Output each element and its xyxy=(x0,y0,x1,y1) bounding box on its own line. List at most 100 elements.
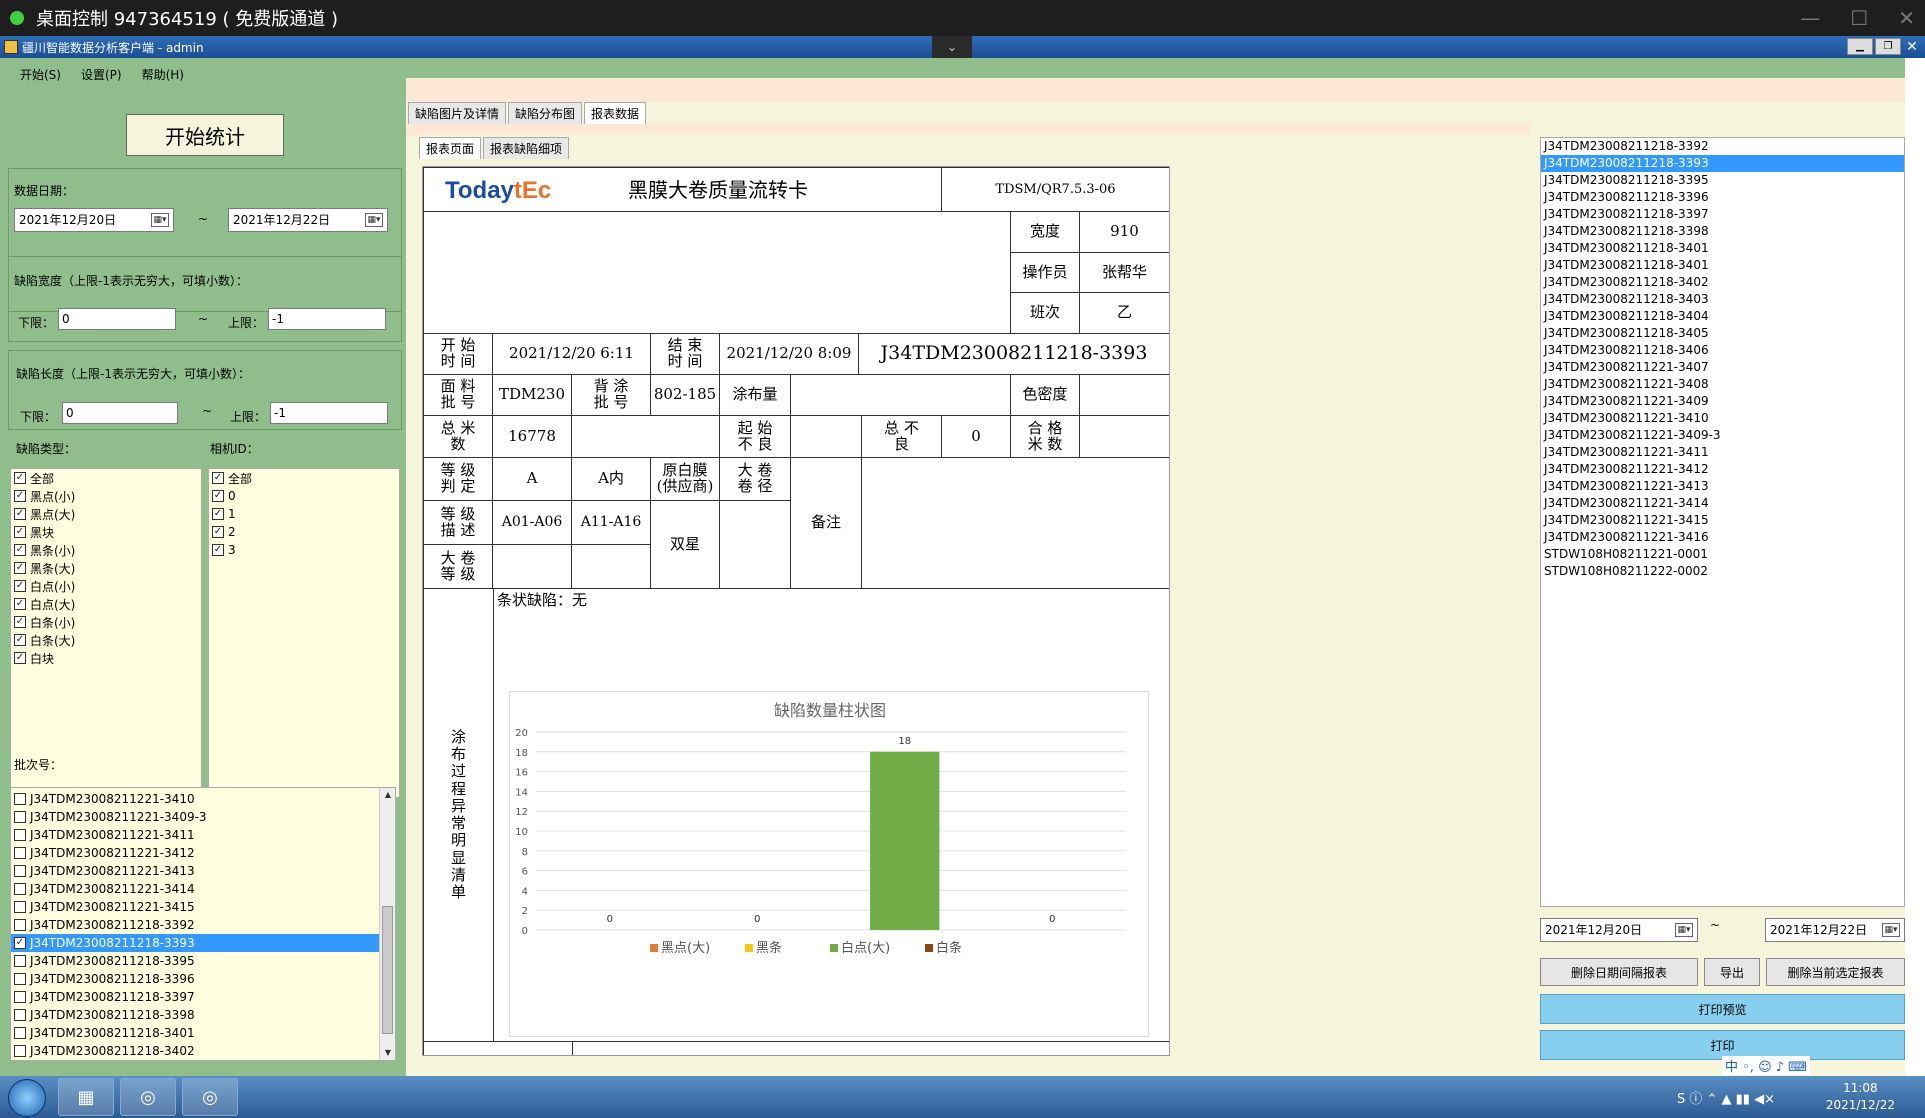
export-button[interactable]: 导出 xyxy=(1704,958,1760,986)
checkbox-empty-icon[interactable] xyxy=(14,901,26,913)
report-list-item[interactable]: J34TDM23008211221-3411 xyxy=(1541,444,1904,461)
camera-id-item[interactable]: ✓ 2 xyxy=(209,523,399,541)
camera-id-item[interactable]: ✓ 3 xyxy=(209,541,399,559)
batch-scrollbar[interactable]: ▲ ▼ xyxy=(379,788,395,1060)
report-list-item[interactable]: J34TDM23008211221-3412 xyxy=(1541,461,1904,478)
batch-list-item[interactable]: J34TDM23008211218-3402 xyxy=(11,1042,379,1060)
taskbar-app-icon[interactable]: ◎ xyxy=(120,1078,176,1116)
width-upper-input[interactable]: -1 xyxy=(268,308,386,330)
checkbox-checked-icon[interactable]: ✓ xyxy=(212,472,224,484)
calendar-icon[interactable]: ▦▾ xyxy=(1675,923,1693,937)
checkbox-checked-icon[interactable]: ✓ xyxy=(212,544,224,556)
checkbox-empty-icon[interactable] xyxy=(14,955,26,967)
defect-type-item[interactable]: ✓ 全部 xyxy=(11,469,201,487)
calendar-icon[interactable]: ▦▾ xyxy=(151,213,169,227)
batch-list-item[interactable]: ✓ J34TDM23008211218-3393 xyxy=(11,934,379,952)
tab-report-data[interactable]: 报表数据 xyxy=(584,102,647,124)
checkbox-checked-icon[interactable]: ✓ xyxy=(14,472,26,484)
checkbox-checked-icon[interactable]: ✓ xyxy=(212,508,224,520)
checkbox-empty-icon[interactable] xyxy=(14,919,26,931)
date-from-picker[interactable]: 2021年12月20日 ▦▾ xyxy=(14,208,174,232)
report-list-item[interactable]: J34TDM23008211218-3396 xyxy=(1541,189,1904,206)
defect-type-item[interactable]: ✓ 黑块 xyxy=(11,523,201,541)
checkbox-empty-icon[interactable] xyxy=(14,847,26,859)
report-list-item[interactable]: J34TDM23008211221-3416 xyxy=(1541,529,1904,546)
right-date-to-picker[interactable]: 2021年12月22日 ▦▾ xyxy=(1765,918,1905,942)
checkbox-empty-icon[interactable] xyxy=(14,1027,26,1039)
taskbar-app-icon-2[interactable]: ◎ xyxy=(182,1078,238,1116)
app-restore-button[interactable]: ❐ xyxy=(1875,38,1901,55)
dropdown-chevron-icon[interactable]: ⌄ xyxy=(932,36,972,58)
checkbox-empty-icon[interactable] xyxy=(14,829,26,841)
checkbox-checked-icon[interactable]: ✓ xyxy=(14,652,26,664)
report-list-item[interactable]: J34TDM23008211218-3404 xyxy=(1541,308,1904,325)
report-list-item[interactable]: J34TDM23008211218-3393 xyxy=(1541,155,1904,172)
batch-list-item[interactable]: J34TDM23008211218-3392 xyxy=(11,916,379,934)
defect-type-item[interactable]: ✓ 黑条(小) xyxy=(11,541,201,559)
camera-id-item[interactable]: ✓ 全部 xyxy=(209,469,399,487)
length-upper-input[interactable]: -1 xyxy=(270,402,388,424)
scrollbar-thumb[interactable] xyxy=(382,906,393,1034)
report-list-item[interactable]: J34TDM23008211218-3406 xyxy=(1541,342,1904,359)
remote-close-button[interactable]: ✕ xyxy=(1898,6,1915,30)
checkbox-checked-icon[interactable]: ✓ xyxy=(212,526,224,538)
camera-id-item[interactable]: ✓ 0 xyxy=(209,487,399,505)
checkbox-checked-icon[interactable]: ✓ xyxy=(14,508,26,520)
batch-list-item[interactable]: J34TDM23008211218-3395 xyxy=(11,952,379,970)
delete-selected-button[interactable]: 删除当前选定报表 xyxy=(1766,958,1905,986)
checkbox-checked-icon[interactable]: ✓ xyxy=(212,490,224,502)
remote-minimize-button[interactable]: — xyxy=(1800,6,1820,30)
checkbox-empty-icon[interactable] xyxy=(14,991,26,1003)
report-list-item[interactable]: STDW108H08211222-0002 xyxy=(1541,563,1904,580)
checkbox-checked-icon[interactable]: ✓ xyxy=(14,562,26,574)
width-lower-input[interactable]: 0 xyxy=(58,308,176,330)
camera-id-item[interactable]: ✓ 1 xyxy=(209,505,399,523)
report-list-item[interactable]: J34TDM23008211221-3413 xyxy=(1541,478,1904,495)
batch-list-item[interactable]: J34TDM23008211218-3397 xyxy=(11,988,379,1006)
checkbox-checked-icon[interactable]: ✓ xyxy=(14,634,26,646)
report-list-item[interactable]: J34TDM23008211221-3410 xyxy=(1541,410,1904,427)
taskbar-explorer-icon[interactable]: ▦ xyxy=(58,1078,114,1116)
checkbox-checked-icon[interactable]: ✓ xyxy=(14,937,26,949)
report-list-item[interactable]: J34TDM23008211221-3409-3 xyxy=(1541,427,1904,444)
checkbox-empty-icon[interactable] xyxy=(14,883,26,895)
report-list-item[interactable]: J34TDM23008211218-3402 xyxy=(1541,274,1904,291)
delete-date-range-button[interactable]: 删除日期间隔报表 xyxy=(1540,958,1698,986)
defect-type-item[interactable]: ✓ 白点(小) xyxy=(11,577,201,595)
report-list-item[interactable]: J34TDM23008211218-3401 xyxy=(1541,240,1904,257)
checkbox-empty-icon[interactable] xyxy=(14,793,26,805)
checkbox-checked-icon[interactable]: ✓ xyxy=(14,580,26,592)
batch-list-item[interactable]: J34TDM23008211221-3411 xyxy=(11,826,379,844)
checkbox-checked-icon[interactable]: ✓ xyxy=(14,598,26,610)
defect-type-item[interactable]: ✓ 白点(大) xyxy=(11,595,201,613)
defect-type-item[interactable]: ✓ 黑条(大) xyxy=(11,559,201,577)
defect-type-item[interactable]: ✓ 白条(小) xyxy=(11,613,201,631)
batch-list-item[interactable]: J34TDM23008211221-3412 xyxy=(11,844,379,862)
report-list-item[interactable]: J34TDM23008211221-3407 xyxy=(1541,359,1904,376)
batch-list-item[interactable]: J34TDM23008211218-3398 xyxy=(11,1006,379,1024)
checkbox-checked-icon[interactable]: ✓ xyxy=(14,616,26,628)
menu-settings[interactable]: 设置(P) xyxy=(81,66,122,88)
print-preview-button[interactable]: 打印预览 xyxy=(1540,994,1905,1024)
checkbox-checked-icon[interactable]: ✓ xyxy=(14,544,26,556)
calendar-icon[interactable]: ▦▾ xyxy=(1882,923,1900,937)
checkbox-checked-icon[interactable]: ✓ xyxy=(14,526,26,538)
defect-type-item[interactable]: ✓ 白条(大) xyxy=(11,631,201,649)
report-list-item[interactable]: J34TDM23008211221-3415 xyxy=(1541,512,1904,529)
tab-report-page[interactable]: 报表页面 xyxy=(419,137,482,159)
checkbox-empty-icon[interactable] xyxy=(14,865,26,877)
report-list-item[interactable]: J34TDM23008211218-3397 xyxy=(1541,206,1904,223)
tab-report-defect-detail[interactable]: 报表缺陷细项 xyxy=(483,137,570,159)
batch-list-item[interactable]: J34TDM23008211218-3401 xyxy=(11,1024,379,1042)
report-list-item[interactable]: J34TDM23008211218-3392 xyxy=(1541,138,1904,155)
report-list-item[interactable]: J34TDM23008211218-3401 xyxy=(1541,257,1904,274)
right-date-from-picker[interactable]: 2021年12月20日 ▦▾ xyxy=(1540,918,1698,942)
app-close-button[interactable]: ✕ xyxy=(1903,36,1921,58)
app-minimize-button[interactable]: ▁ xyxy=(1847,38,1873,55)
report-list-item[interactable]: J34TDM23008211221-3414 xyxy=(1541,495,1904,512)
report-list-item[interactable]: J34TDM23008211221-3409 xyxy=(1541,393,1904,410)
length-lower-input[interactable]: 0 xyxy=(62,402,178,424)
defect-type-item[interactable]: ✓ 黑点(大) xyxy=(11,505,201,523)
batch-list-item[interactable]: J34TDM23008211221-3413 xyxy=(11,862,379,880)
report-list-item[interactable]: J34TDM23008211218-3395 xyxy=(1541,172,1904,189)
